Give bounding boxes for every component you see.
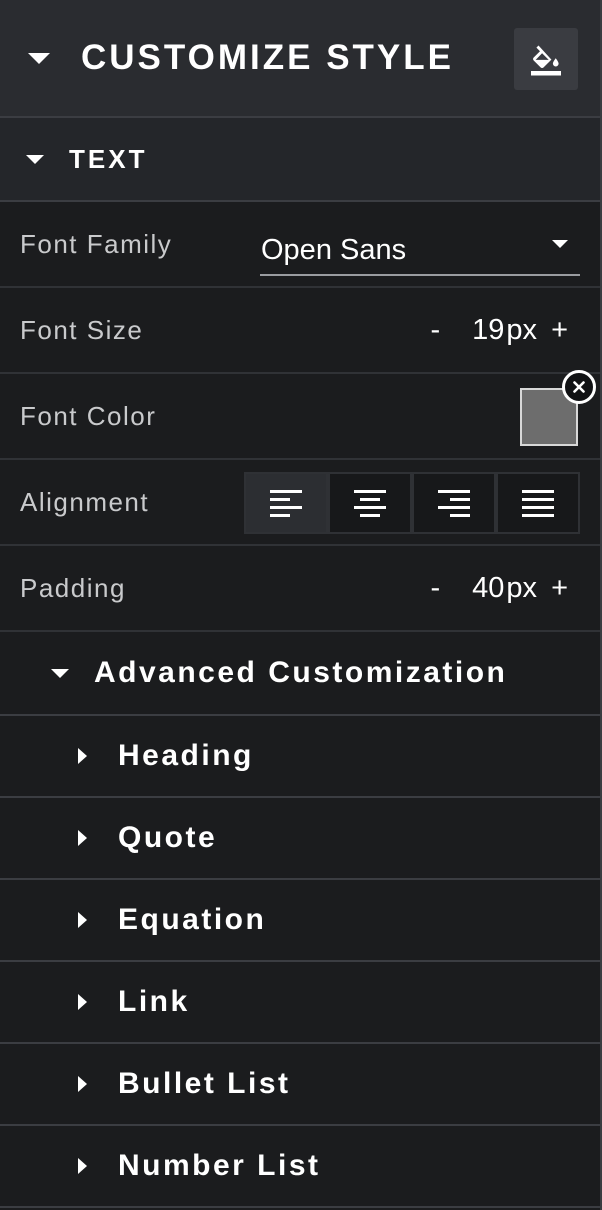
increment-button[interactable]: +	[551, 314, 568, 347]
advanced-customization-header[interactable]: Advanced Customization	[0, 632, 600, 716]
expand-triangle-icon	[78, 830, 87, 846]
chevron-down-icon	[552, 240, 568, 248]
align-right-icon	[438, 490, 470, 517]
font-size-row: Font Size - 19 px +	[0, 288, 600, 374]
collapse-triangle-icon[interactable]	[28, 52, 50, 64]
paint-bucket-button[interactable]	[514, 28, 578, 90]
font-family-row: Font Family Open Sans	[0, 202, 600, 288]
advanced-item-label: Number List	[118, 1149, 321, 1182]
text-section-header[interactable]: TEXT	[0, 118, 600, 202]
decrement-button[interactable]: -	[430, 314, 440, 347]
unit-label: px	[506, 313, 538, 346]
align-center-icon	[354, 490, 386, 517]
advanced-item-bullet-list[interactable]: Bullet List	[0, 1044, 600, 1126]
advanced-item-label: Quote	[118, 821, 218, 854]
advanced-item-link[interactable]: Link	[0, 962, 600, 1044]
expand-triangle-icon	[78, 1158, 87, 1174]
padding-row: Padding - 40 px +	[0, 546, 600, 632]
decrement-button[interactable]: -	[430, 572, 440, 605]
unit-label: px	[506, 571, 538, 604]
advanced-item-label: Link	[118, 985, 190, 1018]
padding-label: Padding	[20, 572, 126, 603]
font-family-value: Open Sans	[261, 234, 407, 266]
expand-triangle-icon	[78, 994, 87, 1010]
align-left-button[interactable]	[244, 472, 328, 534]
alignment-label: Alignment	[20, 486, 150, 517]
font-color-row: Font Color	[0, 370, 600, 460]
font-size-stepper: - 19 px +	[430, 288, 568, 372]
align-right-button[interactable]	[412, 472, 496, 534]
expand-triangle-icon	[78, 748, 87, 764]
paint-bucket-icon	[531, 45, 561, 76]
advanced-item-heading[interactable]: Heading	[0, 716, 600, 798]
align-left-icon	[270, 490, 302, 517]
expand-triangle-icon	[78, 912, 87, 928]
font-color-label: Font Color	[20, 400, 157, 431]
customize-style-panel: CUSTOMIZE STYLE TEXT Font Family Open Sa…	[0, 0, 602, 1210]
expand-triangle-icon	[78, 1076, 87, 1092]
padding-stepper: - 40 px +	[430, 546, 568, 630]
advanced-item-equation[interactable]: Equation	[0, 880, 600, 962]
alignment-button-group	[244, 472, 580, 534]
padding-value[interactable]: 40	[472, 572, 504, 605]
customize-style-header[interactable]: CUSTOMIZE STYLE	[0, 0, 600, 118]
align-center-button[interactable]	[328, 472, 412, 534]
font-family-label: Font Family	[20, 228, 173, 259]
align-justify-icon	[522, 490, 554, 517]
advanced-item-label: Bullet List	[118, 1067, 291, 1100]
advanced-item-quote[interactable]: Quote	[0, 798, 600, 880]
align-justify-button[interactable]	[496, 472, 580, 534]
font-size-label: Font Size	[20, 314, 144, 345]
section-title: TEXT	[69, 143, 148, 174]
clear-color-button[interactable]	[562, 370, 596, 404]
advanced-item-label: Heading	[118, 739, 254, 772]
font-family-select[interactable]: Open Sans	[260, 226, 580, 276]
advanced-customization-title: Advanced Customization	[94, 656, 508, 689]
collapse-triangle-icon[interactable]	[26, 154, 44, 164]
close-icon	[573, 381, 585, 393]
increment-button[interactable]: +	[551, 572, 568, 605]
font-size-value[interactable]: 19	[472, 314, 504, 347]
alignment-row: Alignment	[0, 460, 600, 546]
panel-title: CUSTOMIZE STYLE	[81, 38, 454, 77]
advanced-item-number-list[interactable]: Number List	[0, 1126, 600, 1208]
advanced-item-label: Equation	[118, 903, 267, 936]
collapse-triangle-icon[interactable]	[51, 668, 69, 678]
